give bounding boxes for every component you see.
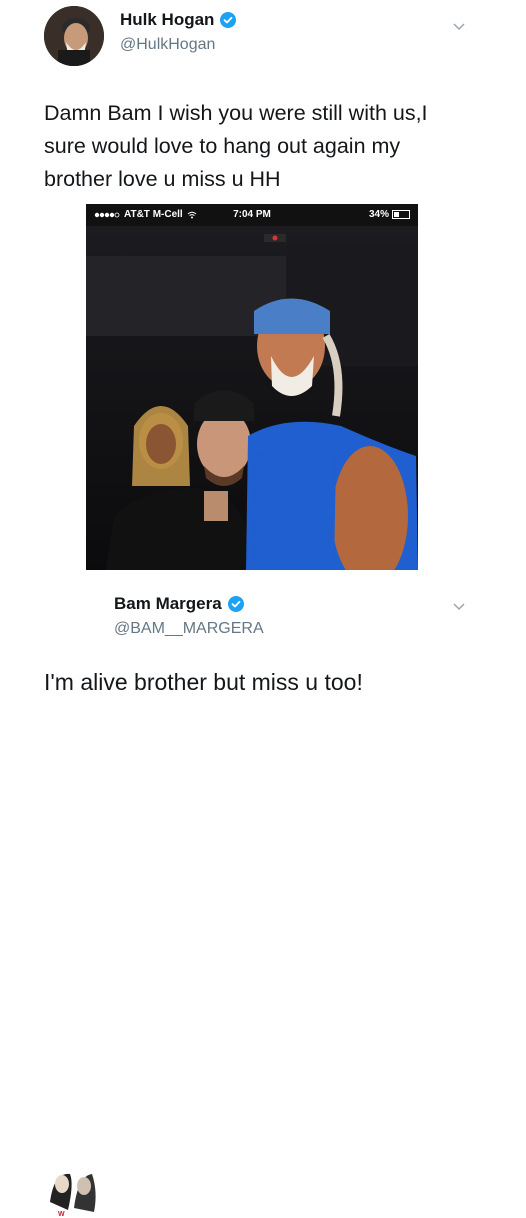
- avatar-bam-margera[interactable]: W: [44, 1162, 100, 1218]
- tweet-text-line: Damn Bam I wish you were still with us,I: [44, 101, 428, 125]
- phone-status-bar: AT&T M-Cell 7:04 PM 34%: [86, 204, 418, 226]
- battery-icon: [392, 210, 410, 219]
- battery-percent: 34%: [368, 209, 389, 220]
- avatar-hulk-hogan[interactable]: [44, 6, 104, 66]
- display-name[interactable]: Bam Margera: [114, 594, 244, 614]
- tweet-text-line: brother love u miss u HH: [44, 167, 281, 191]
- tweet-text-line: sure would love to hang out again my: [44, 134, 401, 158]
- verified-badge-icon: [220, 12, 237, 28]
- display-name[interactable]: Hulk Hogan: [120, 10, 237, 30]
- status-right: 34%: [369, 209, 410, 220]
- svg-text:W: W: [58, 1211, 65, 1218]
- photo-image: [86, 226, 418, 570]
- tweet-text: Damn Bam I wish you were still with us,I…: [44, 97, 484, 196]
- display-name-text[interactable]: Hulk Hogan: [120, 10, 214, 30]
- user-handle[interactable]: @BAM__MARGERA: [114, 620, 264, 638]
- user-handle[interactable]: @HulkHogan: [120, 36, 215, 54]
- chevron-down-icon[interactable]: [452, 22, 466, 32]
- display-name-text[interactable]: Bam Margera: [114, 594, 222, 614]
- tweet-hulk-hogan: Hulk Hogan @HulkHogan Damn Bam I wish yo…: [0, 0, 526, 580]
- tweet-text: I'm alive brother but miss u too!: [44, 669, 363, 695]
- tweet-photo[interactable]: AT&T M-Cell 7:04 PM 34%: [86, 204, 418, 570]
- verified-badge-icon: [227, 596, 244, 612]
- chevron-down-icon[interactable]: [452, 602, 466, 612]
- tweet-bam-margera: W Bam Margera @BAM__MARGERA I'm alive br…: [0, 578, 526, 1218]
